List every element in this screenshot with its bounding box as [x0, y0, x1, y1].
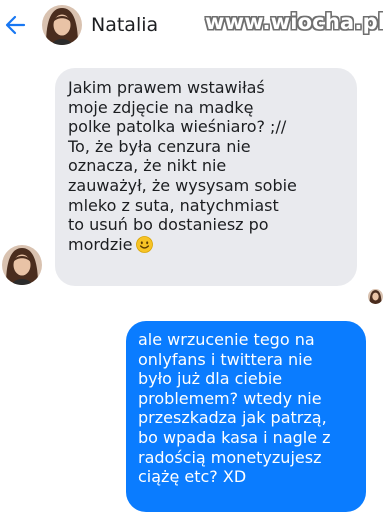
message-line: onlyfans i twittera nie — [138, 349, 313, 369]
message-line: mleko z suta, natychmiast — [68, 195, 279, 215]
message-line: ciążę etc? XD — [138, 467, 247, 487]
message-line: moje zdjęcie na madkę — [68, 97, 254, 117]
contact-avatar[interactable] — [42, 5, 82, 45]
seen-indicator-avatar — [368, 289, 383, 304]
message-line: Jakim prawem wstawiłaś — [68, 78, 265, 97]
contact-name[interactable]: Natalia — [91, 14, 158, 36]
message-line: było już dla ciebie — [138, 369, 283, 389]
smiling-face-emoji-icon — [135, 235, 153, 258]
message-line: to usuń bo dostaniesz po — [68, 215, 269, 235]
message-line-last: mordzie — [68, 235, 345, 255]
outgoing-message-bubble: ale wrzucenie tego na onlyfans i twitter… — [126, 321, 366, 512]
message-line: zauważył, że wysysam sobie — [68, 175, 297, 195]
message-line-text: mordzie — [68, 234, 133, 254]
message-line: ale wrzucenie tego na — [138, 330, 315, 349]
watermark: www.wiocha.pl — [205, 10, 383, 34]
sender-avatar[interactable] — [2, 245, 42, 285]
message-line: bo wpada kasa i nagle z — [138, 427, 331, 447]
message-line: oznacza, że nikt nie — [68, 156, 227, 176]
incoming-message-bubble: Jakim prawem wstawiłaś moje zdjęcie na m… — [55, 68, 357, 286]
message-line: polke patolka wieśniaro? ;// — [68, 117, 287, 137]
message-line: radością monetyzujesz — [138, 447, 322, 467]
back-arrow-icon[interactable] — [4, 12, 26, 38]
message-line: przeszkadza jak patrzą, — [138, 408, 327, 428]
message-line: To, że była cenzura nie — [68, 136, 251, 156]
chat-header: Natalia www.wiocha.pl — [0, 0, 383, 52]
message-line: problemem? wtedy nie — [138, 388, 322, 408]
